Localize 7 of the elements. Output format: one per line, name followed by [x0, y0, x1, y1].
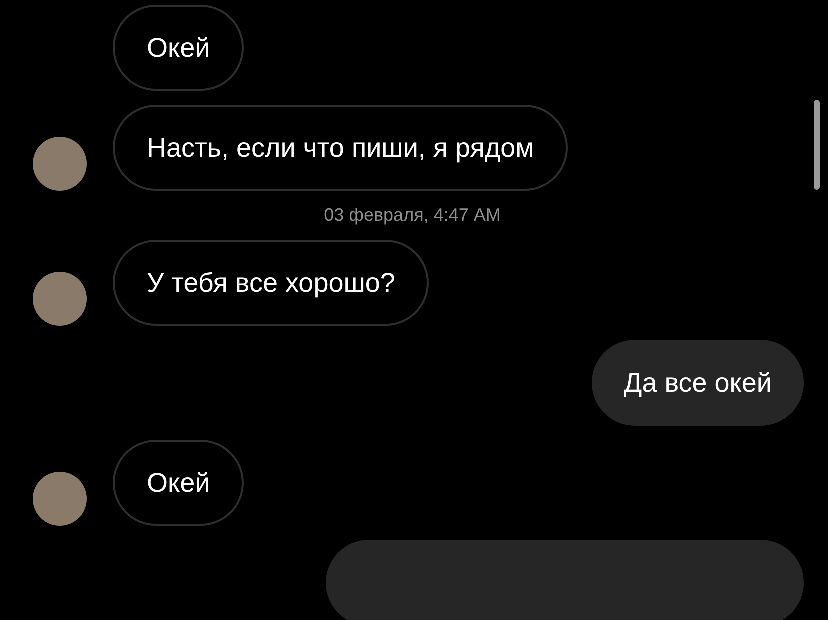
- message-bubble: Окей: [113, 5, 244, 91]
- message-bubble: Окей: [113, 440, 244, 526]
- message-bubble: У тебя все хорошо?: [113, 240, 430, 326]
- timestamp: 03 февраля, 4:47 AM: [324, 205, 501, 226]
- scrollbar[interactable]: [814, 100, 820, 190]
- message-bubble: Да все окей: [592, 340, 804, 426]
- message-bubble: Насть, если что пиши, я рядом: [113, 105, 568, 191]
